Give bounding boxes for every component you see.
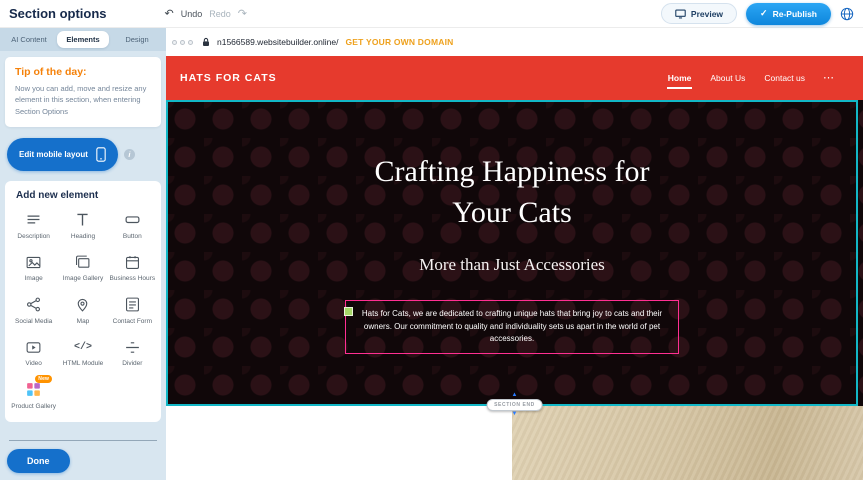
element-product-gallery[interactable]: New Product Gallery — [10, 380, 57, 411]
add-element-title: Add new element — [16, 190, 156, 201]
element-button[interactable]: Button — [109, 210, 156, 241]
tab-design[interactable]: Design — [111, 31, 163, 48]
element-image[interactable]: Image — [10, 252, 57, 283]
element-video[interactable]: Video — [10, 337, 57, 368]
tab-ai-content[interactable]: AI Content — [3, 31, 55, 48]
tab-elements[interactable]: Elements — [57, 31, 109, 48]
redo-icon[interactable]: ↷ — [238, 9, 247, 19]
resize-down-icon: ▼ — [512, 412, 518, 417]
tip-card: Tip of the day: Now you can add, move an… — [5, 57, 161, 127]
map-icon — [74, 295, 91, 315]
hero-subheading[interactable]: More than Just Accessories — [419, 255, 605, 275]
hero-section: Crafting Happiness for Your Cats More th… — [166, 100, 863, 406]
image-gallery-icon — [74, 252, 91, 272]
element-label: Image Gallery — [63, 275, 103, 283]
nav-contact-us[interactable]: Contact us — [763, 68, 806, 89]
tip-body: Now you can add, move and resize any ele… — [15, 83, 151, 117]
history-controls: ↶ Undo Redo ↷ — [165, 9, 247, 19]
add-element-panel: Add new element Description Heading Butt… — [5, 181, 161, 422]
undo-icon[interactable]: ↶ — [165, 9, 174, 19]
element-label: Video — [25, 360, 42, 368]
divider-icon — [124, 337, 141, 357]
next-section-image[interactable] — [512, 406, 863, 480]
element-label: Map — [77, 318, 90, 326]
image-icon — [25, 252, 42, 272]
section-end-label: SECTION END — [486, 399, 543, 411]
section-selection-border — [166, 100, 858, 406]
get-domain-link[interactable]: GET YOUR OWN DOMAIN — [345, 37, 453, 47]
sidebar: AI Content Elements Design Tip of the da… — [0, 28, 166, 480]
redo-button[interactable]: Redo — [209, 9, 231, 19]
preview-button[interactable]: Preview — [661, 3, 737, 24]
element-image-gallery[interactable]: Image Gallery — [59, 252, 106, 283]
element-grid: Description Heading Button Image Image G… — [10, 210, 156, 411]
hero-heading[interactable]: Crafting Happiness for Your Cats — [347, 152, 677, 233]
hero-paragraph-box[interactable]: Hats for Cats, we are dedicated to craft… — [345, 300, 679, 353]
description-icon — [25, 210, 42, 230]
element-label: Contact Form — [113, 318, 152, 326]
heading-icon — [74, 210, 91, 230]
element-drag-handle[interactable] — [344, 307, 353, 316]
element-map[interactable]: Map — [59, 295, 106, 326]
element-label: Heading — [71, 233, 95, 241]
element-html-module[interactable]: </> HTML Module — [59, 337, 106, 368]
nav-more-icon[interactable]: ⋯ — [823, 74, 835, 82]
info-icon[interactable]: i — [124, 149, 135, 160]
monitor-icon — [675, 9, 686, 19]
element-description[interactable]: Description — [10, 210, 57, 241]
site-header: HATS FOR CATS Home About Us Contact us ⋯ — [166, 56, 863, 100]
tip-title: Tip of the day: — [15, 66, 151, 78]
undo-button[interactable]: Undo — [181, 9, 203, 19]
lock-icon — [202, 37, 210, 47]
browser-bar: n1566589.websitebuilder.online/ GET YOUR… — [166, 28, 863, 56]
sidebar-divider — [9, 440, 157, 441]
done-button[interactable]: Done — [7, 449, 70, 473]
html-module-icon: </> — [74, 337, 92, 357]
contact-form-icon — [124, 295, 141, 315]
element-label: Social Media — [15, 318, 52, 326]
social-media-icon — [25, 295, 42, 315]
button-icon — [124, 210, 141, 230]
element-contact-form[interactable]: Contact Form — [109, 295, 156, 326]
element-label: Business Hours — [110, 275, 156, 283]
site-url: n1566589.websitebuilder.online/ — [217, 37, 338, 47]
element-label: Divider — [122, 360, 142, 368]
nav-home[interactable]: Home — [667, 68, 693, 89]
nav-about-us[interactable]: About Us — [709, 68, 746, 89]
product-gallery-icon: New — [25, 380, 42, 400]
edit-mobile-layout-button[interactable]: Edit mobile layout — [7, 138, 118, 171]
section-end-handle[interactable]: ▲ SECTION END ▼ — [486, 393, 543, 417]
site-preview: HATS FOR CATS Home About Us Contact us ⋯… — [166, 56, 863, 480]
element-social-media[interactable]: Social Media — [10, 295, 57, 326]
next-section — [166, 406, 863, 480]
element-label: Description — [17, 233, 50, 241]
app-root: Section options ↶ Undo Redo ↷ Preview ✓ … — [0, 0, 863, 480]
preview-button-label: Preview — [691, 9, 723, 19]
sidebar-tabs: AI Content Elements Design — [0, 28, 166, 51]
new-badge: New — [35, 375, 52, 383]
element-business-hours[interactable]: Business Hours — [109, 252, 156, 283]
element-label: Product Gallery — [11, 403, 56, 411]
browser-window-dots — [172, 40, 193, 45]
republish-button[interactable]: ✓ Re-Publish — [746, 3, 831, 25]
site-nav: Home About Us Contact us ⋯ — [667, 68, 835, 89]
phone-icon — [96, 147, 106, 162]
republish-button-label: Re-Publish — [773, 9, 817, 19]
site-stage: n1566589.websitebuilder.online/ GET YOUR… — [166, 28, 863, 480]
resize-up-icon: ▲ — [512, 393, 518, 398]
element-label: Button — [123, 233, 142, 241]
check-icon: ✓ — [760, 9, 768, 18]
topbar: Section options ↶ Undo Redo ↷ Preview ✓ … — [0, 0, 863, 28]
element-label: Image — [25, 275, 43, 283]
hero-paragraph: Hats for Cats, we are dedicated to craft… — [357, 308, 667, 345]
page-title: Section options — [9, 6, 107, 21]
element-label: HTML Module — [63, 360, 104, 368]
business-hours-icon — [124, 252, 141, 272]
element-divider[interactable]: Divider — [109, 337, 156, 368]
site-logo[interactable]: HATS FOR CATS — [180, 72, 277, 84]
element-heading[interactable]: Heading — [59, 210, 106, 241]
video-icon — [25, 337, 42, 357]
edit-mobile-layout-label: Edit mobile layout — [19, 150, 88, 159]
globe-icon[interactable] — [840, 7, 854, 21]
